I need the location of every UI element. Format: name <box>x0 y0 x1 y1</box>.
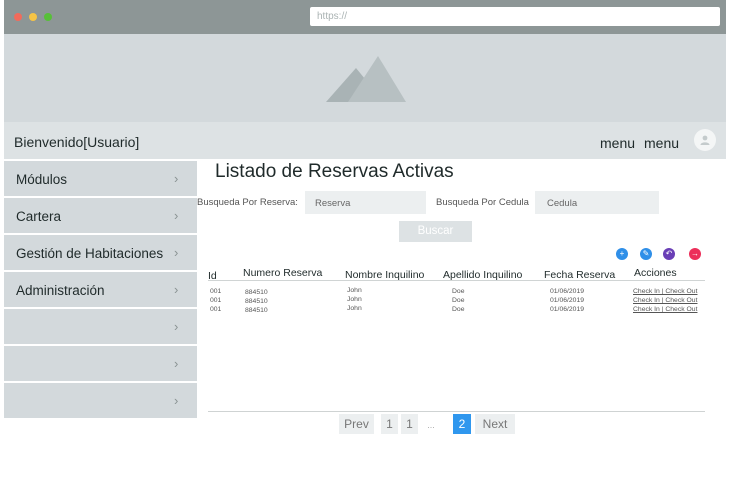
page-title: Listado de Reservas Activas <box>215 161 454 182</box>
banner-image <box>4 34 726 122</box>
sidebar-item-label: Cartera <box>16 209 62 224</box>
cedula-search-label: Busqueda Por Cedula <box>436 197 529 208</box>
browser-toolbar: https:// <box>4 0 726 34</box>
table-footer-divider <box>208 411 705 412</box>
pagination-next-button[interactable]: Next <box>475 414 515 434</box>
edit-icon[interactable]: ✎ <box>640 248 652 260</box>
minimize-window-icon[interactable] <box>29 13 37 21</box>
check-in-out-link[interactable]: Check In | Check Out <box>633 297 697 304</box>
menu-link[interactable]: menu <box>644 135 679 151</box>
reserva-search-input[interactable]: Reserva <box>305 191 426 214</box>
cedula-search-input[interactable]: Cedula <box>535 191 659 214</box>
chevron-right-icon: › <box>174 393 179 408</box>
image-placeholder-icon <box>326 56 406 102</box>
cell-apellido: Doe <box>452 288 465 295</box>
sidebar-item-administracion[interactable]: Administración › <box>4 272 197 307</box>
cell-fecha: 01/06/2019 <box>550 297 585 304</box>
cell-nombre: John <box>347 296 362 303</box>
cell-apellido: Doe <box>452 297 465 304</box>
add-icon[interactable]: + <box>616 248 628 260</box>
cell-nombre: John <box>347 287 362 294</box>
sidebar-item-gestion-habitaciones[interactable]: Gestión de Habitaciones › <box>4 235 197 270</box>
close-window-icon[interactable] <box>14 13 22 21</box>
cell-numero: 884510 <box>245 307 268 314</box>
cell-id: 001 <box>210 306 222 313</box>
reserva-search-label: Busqueda Por Reserva: <box>197 197 298 208</box>
pagination-page[interactable]: 1 <box>381 414 398 434</box>
sidebar-item-modulos[interactable]: Módulos › <box>4 161 197 196</box>
cell-nombre: John <box>347 305 362 312</box>
sidebar: Módulos › Cartera › Gestión de Habitacio… <box>4 161 197 420</box>
check-in-out-link[interactable]: Check In | Check Out <box>633 288 697 295</box>
welcome-text: Bienvenido[Usuario] <box>14 134 140 150</box>
sidebar-item-empty[interactable]: › <box>4 383 197 418</box>
chevron-right-icon: › <box>174 208 179 223</box>
menu-link[interactable]: menu <box>600 135 635 151</box>
table-header-divider <box>208 280 705 281</box>
sidebar-item-empty[interactable]: › <box>4 346 197 381</box>
chevron-right-icon: › <box>174 356 179 371</box>
url-bar[interactable]: https:// <box>310 7 720 26</box>
chevron-right-icon: › <box>174 171 179 186</box>
column-header-numero-reserva: Numero Reserva <box>243 267 323 279</box>
column-header-acciones: Acciones <box>634 267 677 279</box>
cell-numero: 884510 <box>245 298 268 305</box>
cell-numero: 884510 <box>245 289 268 296</box>
cell-fecha: 01/06/2019 <box>550 288 585 295</box>
user-icon <box>700 135 710 145</box>
cell-fecha: 01/06/2019 <box>550 306 585 313</box>
sidebar-item-label: Módulos <box>16 172 68 187</box>
chevron-right-icon: › <box>174 245 179 260</box>
top-navbar: Bienvenido[Usuario] menu menu <box>4 122 726 159</box>
sidebar-item-label: Gestión de Habitaciones <box>16 246 164 261</box>
pagination-ellipsis: ... <box>427 420 435 430</box>
chevron-right-icon: › <box>174 319 179 334</box>
undo-icon[interactable]: ↶ <box>663 248 675 260</box>
pagination-page[interactable]: 1 <box>401 414 418 434</box>
avatar[interactable] <box>694 129 716 151</box>
sidebar-item-empty[interactable]: › <box>4 309 197 344</box>
check-in-out-link[interactable]: Check In | Check Out <box>633 306 697 313</box>
maximize-window-icon[interactable] <box>44 13 52 21</box>
sidebar-item-label: Administración <box>16 283 105 298</box>
chevron-right-icon: › <box>174 282 179 297</box>
search-button[interactable]: Buscar <box>399 221 472 242</box>
cell-apellido: Doe <box>452 306 465 313</box>
sidebar-item-cartera[interactable]: Cartera › <box>4 198 197 233</box>
cell-id: 001 <box>210 297 222 304</box>
pagination-prev-button[interactable]: Prev <box>339 414 374 434</box>
exit-icon[interactable]: → <box>689 248 701 260</box>
pagination-current-page[interactable]: 2 <box>453 414 471 434</box>
cell-id: 001 <box>210 288 222 295</box>
